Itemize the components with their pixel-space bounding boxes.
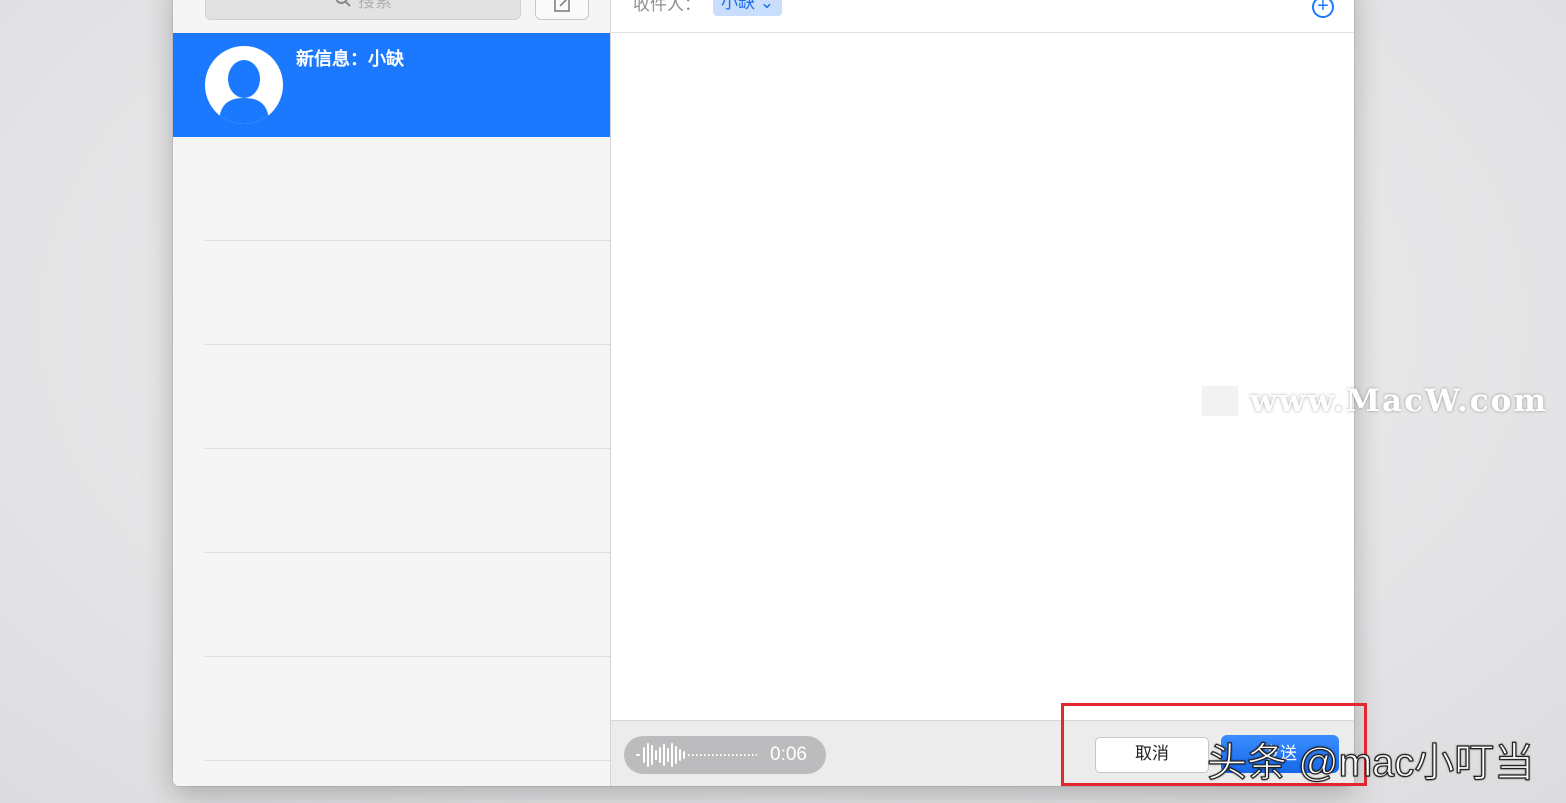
compose-icon bbox=[554, 0, 570, 12]
waveform-icon bbox=[636, 743, 757, 767]
search-icon bbox=[334, 0, 352, 18]
row-divider bbox=[205, 656, 610, 657]
voice-message-bubble[interactable]: 0:06 bbox=[624, 736, 826, 774]
voice-duration: 0:06 bbox=[770, 744, 807, 765]
recipient-bar: 收件人： 小缺 ⌄ + bbox=[611, 0, 1354, 33]
search-placeholder: 搜索 bbox=[358, 0, 392, 11]
add-recipient-icon[interactable]: + bbox=[1312, 0, 1334, 18]
avatar bbox=[205, 46, 283, 124]
search-field[interactable]: 搜索 bbox=[205, 0, 521, 20]
recipient-token[interactable]: 小缺 ⌄ bbox=[713, 0, 782, 16]
messages-window: 搜索 新信息：小缺 收件人： 小缺 ⌄ + 0:06 取消 发送 bbox=[173, 0, 1354, 786]
toutiao-watermark: 头条 @mac小叮当 bbox=[1206, 740, 1535, 785]
compose-button[interactable] bbox=[535, 0, 589, 20]
to-label: 收件人： bbox=[633, 0, 701, 14]
site-watermark-text: www.MacW.com bbox=[1250, 383, 1549, 419]
site-watermark: www.MacW.com bbox=[1200, 381, 1548, 421]
watermark-logo-icon bbox=[1200, 384, 1240, 418]
row-divider bbox=[205, 760, 610, 761]
person-silhouette-icon bbox=[219, 60, 269, 124]
conversation-title: 新信息：小缺 bbox=[296, 49, 404, 69]
row-divider bbox=[205, 240, 610, 241]
row-divider bbox=[205, 344, 610, 345]
conversation-item-selected[interactable]: 新信息：小缺 bbox=[173, 33, 610, 137]
row-divider bbox=[205, 448, 610, 449]
row-divider bbox=[205, 552, 610, 553]
conversation-sidebar: 搜索 新信息：小缺 bbox=[173, 0, 611, 786]
